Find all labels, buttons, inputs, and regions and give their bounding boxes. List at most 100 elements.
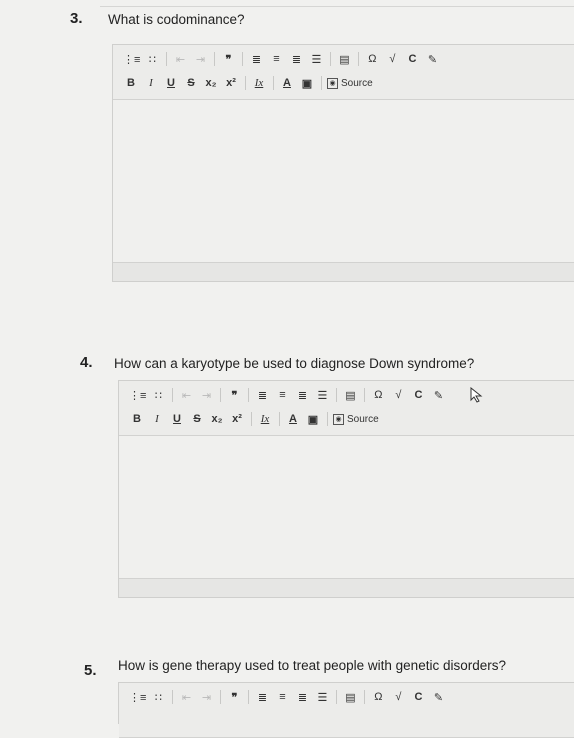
sqrt-icon[interactable]: √	[390, 386, 406, 404]
decrease-indent-icon[interactable]: ⇤	[172, 50, 188, 68]
subscript-button[interactable]: x₂	[209, 410, 225, 428]
toolbar-separator	[248, 690, 250, 704]
undo-icon[interactable]: C	[404, 50, 420, 68]
bold-button[interactable]: B	[123, 74, 139, 92]
horizontal-rule-icon[interactable]: ▤	[336, 50, 352, 68]
source-button[interactable]: ◉ Source	[333, 413, 379, 425]
editor-text-area[interactable]	[119, 436, 574, 579]
align-left-icon[interactable]: ≣	[248, 50, 264, 68]
align-center-icon[interactable]: ≡	[274, 386, 290, 404]
align-center-icon[interactable]: ≡	[268, 50, 284, 68]
numbered-list-icon[interactable]: ⋮≡	[129, 688, 146, 706]
underline-button[interactable]: U	[163, 74, 179, 92]
align-right-icon[interactable]: ≣	[288, 50, 304, 68]
blockquote-icon[interactable]: ❞	[226, 688, 242, 706]
blockquote-icon[interactable]: ❞	[220, 50, 236, 68]
numbered-list-icon[interactable]: ⋮≡	[123, 50, 140, 68]
clear-format-button[interactable]: Ix	[257, 410, 273, 428]
toolbar-separator	[242, 52, 244, 66]
toolbar-separator	[220, 690, 222, 704]
bulleted-list-icon[interactable]: ∷	[150, 688, 166, 706]
question-text: How is gene therapy used to treat people…	[118, 658, 506, 673]
toolbar-separator	[251, 412, 252, 426]
editor-footer	[113, 262, 574, 281]
numbered-list-icon[interactable]: ⋮≡	[129, 386, 146, 404]
special-char-icon[interactable]: Ω	[370, 386, 386, 404]
question-number: 4.	[80, 354, 93, 371]
undo-icon[interactable]: C	[410, 688, 426, 706]
align-center-icon[interactable]: ≡	[274, 688, 290, 706]
question-number: 5.	[84, 662, 97, 679]
increase-indent-icon[interactable]: ⇥	[192, 50, 208, 68]
bulleted-list-icon[interactable]: ∷	[144, 50, 160, 68]
special-char-icon[interactable]: Ω	[370, 688, 386, 706]
underline-button[interactable]: U	[169, 410, 185, 428]
toolbar-separator	[358, 52, 360, 66]
increase-indent-icon[interactable]: ⇥	[198, 688, 214, 706]
toolbar-separator	[172, 690, 174, 704]
clear-format-button[interactable]: Ix	[251, 74, 267, 92]
align-left-icon[interactable]: ≣	[254, 386, 270, 404]
italic-button[interactable]: I	[143, 74, 159, 92]
blockquote-icon[interactable]: ❞	[226, 386, 242, 404]
special-char-icon[interactable]: Ω	[364, 50, 380, 68]
text-color-button[interactable]: A	[279, 74, 295, 92]
editor-toolbar: ⋮≡ ∷ ⇤ ⇥ ❞ ≣ ≡ ≣ ☰ ▤ Ω √ C ✎ B I U S x₂ …	[119, 381, 574, 436]
sqrt-icon[interactable]: √	[384, 50, 400, 68]
source-button[interactable]: ◉ Source	[327, 77, 373, 89]
source-label: Source	[347, 413, 379, 425]
answer-editor-5[interactable]: ⋮≡ ∷ ⇤ ⇥ ❞ ≣ ≡ ≣ ☰ ▤ Ω √ C ✎	[118, 682, 574, 738]
toolbar-separator	[336, 388, 338, 402]
answer-editor-3[interactable]: ⋮≡ ∷ ⇤ ⇥ ❞ ≣ ≡ ≣ ☰ ▤ Ω √ C ✎ B I U S x₂ …	[112, 44, 574, 282]
sqrt-icon[interactable]: √	[390, 688, 406, 706]
toolbar-separator	[166, 52, 168, 66]
bg-color-button[interactable]: ▣	[299, 74, 315, 92]
italic-button[interactable]: I	[149, 410, 165, 428]
horizontal-rule-icon[interactable]: ▤	[342, 386, 358, 404]
question-text: How can a karyotype be used to diagnose …	[114, 356, 475, 371]
text-color-button[interactable]: A	[285, 410, 301, 428]
justify-icon[interactable]: ☰	[314, 386, 330, 404]
edit-icon[interactable]: ✎	[430, 386, 446, 404]
toolbar-separator	[336, 690, 338, 704]
toolbar-separator	[245, 76, 246, 90]
bg-color-button[interactable]: ▣	[305, 410, 321, 428]
increase-indent-icon[interactable]: ⇥	[198, 386, 214, 404]
editor-footer	[119, 578, 574, 597]
toolbar-separator	[327, 412, 328, 426]
toolbar-separator	[330, 52, 332, 66]
toolbar-separator	[321, 76, 322, 90]
align-right-icon[interactable]: ≣	[294, 688, 310, 706]
undo-icon[interactable]: C	[410, 386, 426, 404]
toolbar-separator	[364, 690, 366, 704]
top-divider	[100, 6, 574, 7]
superscript-button[interactable]: x²	[223, 74, 239, 92]
horizontal-rule-icon[interactable]: ▤	[342, 688, 358, 706]
align-right-icon[interactable]: ≣	[294, 386, 310, 404]
decrease-indent-icon[interactable]: ⇤	[178, 386, 194, 404]
toolbar-separator	[214, 52, 216, 66]
edit-icon[interactable]: ✎	[430, 688, 446, 706]
toolbar-separator	[172, 388, 174, 402]
decrease-indent-icon[interactable]: ⇤	[178, 688, 194, 706]
justify-icon[interactable]: ☰	[308, 50, 324, 68]
toolbar-separator	[364, 388, 366, 402]
editor-text-area[interactable]	[113, 100, 574, 263]
source-icon: ◉	[333, 413, 344, 425]
align-left-icon[interactable]: ≣	[254, 688, 270, 706]
toolbar-separator	[220, 388, 222, 402]
answer-editor-4[interactable]: ⋮≡ ∷ ⇤ ⇥ ❞ ≣ ≡ ≣ ☰ ▤ Ω √ C ✎ B I U S x₂ …	[118, 380, 574, 598]
subscript-button[interactable]: x₂	[203, 74, 219, 92]
bold-button[interactable]: B	[129, 410, 145, 428]
question-number: 3.	[70, 10, 83, 27]
strikethrough-button[interactable]: S	[189, 410, 205, 428]
strikethrough-button[interactable]: S	[183, 74, 199, 92]
editor-toolbar: ⋮≡ ∷ ⇤ ⇥ ❞ ≣ ≡ ≣ ☰ ▤ Ω √ C ✎	[119, 683, 574, 738]
source-icon: ◉	[327, 77, 338, 89]
superscript-button[interactable]: x²	[229, 410, 245, 428]
bulleted-list-icon[interactable]: ∷	[150, 386, 166, 404]
edit-icon[interactable]: ✎	[424, 50, 440, 68]
mouse-cursor-icon	[470, 387, 483, 403]
editor-toolbar: ⋮≡ ∷ ⇤ ⇥ ❞ ≣ ≡ ≣ ☰ ▤ Ω √ C ✎ B I U S x₂ …	[113, 45, 574, 100]
justify-icon[interactable]: ☰	[314, 688, 330, 706]
